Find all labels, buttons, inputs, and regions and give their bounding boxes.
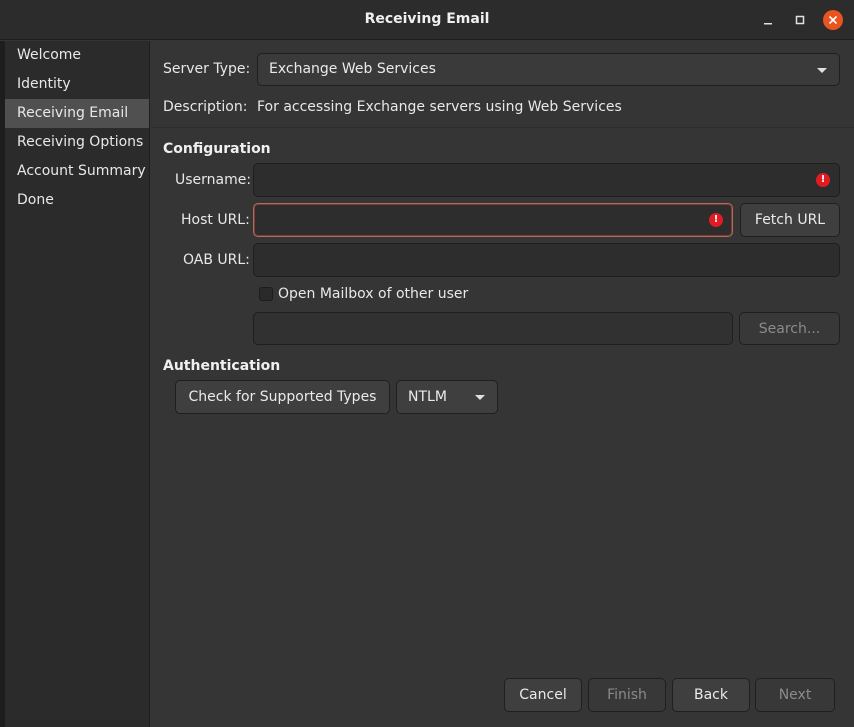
assistant-window: Receiving Email Welcome Identity Receivi… — [0, 0, 854, 727]
sidebar-item-identity[interactable]: Identity — [5, 70, 149, 99]
host-url-label: Host URL: — [181, 212, 250, 228]
other-user-field[interactable] — [253, 312, 733, 345]
oab-url-label: OAB URL: — [183, 252, 250, 268]
auth-method-select[interactable]: NTLM — [396, 380, 498, 414]
title-bar: Receiving Email — [0, 0, 854, 40]
minimize-button[interactable] — [758, 10, 778, 30]
next-button[interactable]: Next — [755, 678, 835, 712]
open-mailbox-checkbox[interactable] — [259, 287, 273, 301]
minimize-icon — [764, 23, 772, 25]
chevron-down-icon — [475, 395, 485, 400]
main-panel: Server Type: Exchange Web Services Descr… — [151, 41, 854, 727]
maximize-button[interactable] — [790, 10, 810, 30]
fetch-url-button[interactable]: Fetch URL — [740, 203, 840, 237]
host-url-field[interactable]: ! — [253, 203, 733, 237]
sidebar-item-account-summary[interactable]: Account Summary — [5, 157, 149, 186]
description-label: Description: — [163, 99, 248, 115]
server-type-label: Server Type: — [163, 61, 251, 77]
error-icon: ! — [816, 173, 830, 187]
close-icon — [828, 15, 838, 25]
server-type-value: Exchange Web Services — [269, 61, 436, 77]
chevron-down-icon — [817, 68, 827, 73]
close-button[interactable] — [823, 10, 843, 30]
username-field[interactable]: ! — [253, 163, 840, 197]
sidebar: Welcome Identity Receiving Email Receivi… — [5, 41, 150, 727]
finish-button[interactable]: Finish — [588, 678, 666, 712]
check-supported-types-button[interactable]: Check for Supported Types — [175, 380, 390, 414]
cancel-button[interactable]: Cancel — [504, 678, 582, 712]
sidebar-item-receiving-email[interactable]: Receiving Email — [5, 99, 149, 128]
sidebar-item-receiving-options[interactable]: Receiving Options — [5, 128, 149, 157]
authentication-heading: Authentication — [163, 358, 281, 374]
auth-method-value: NTLM — [408, 389, 447, 405]
section-divider — [151, 127, 854, 128]
sidebar-item-welcome[interactable]: Welcome — [5, 41, 149, 70]
window-title: Receiving Email — [364, 11, 490, 27]
configuration-heading: Configuration — [163, 141, 271, 157]
description-value: For accessing Exchange servers using Web… — [257, 99, 622, 115]
server-type-select[interactable]: Exchange Web Services — [257, 53, 840, 86]
maximize-icon — [795, 15, 805, 25]
username-label: Username: — [175, 172, 252, 188]
oab-url-field[interactable] — [253, 243, 840, 277]
back-button[interactable]: Back — [672, 678, 750, 712]
search-button[interactable]: Search... — [739, 312, 840, 345]
error-icon: ! — [709, 213, 723, 227]
open-mailbox-label[interactable]: Open Mailbox of other user — [278, 286, 468, 302]
sidebar-item-done[interactable]: Done — [5, 186, 149, 215]
